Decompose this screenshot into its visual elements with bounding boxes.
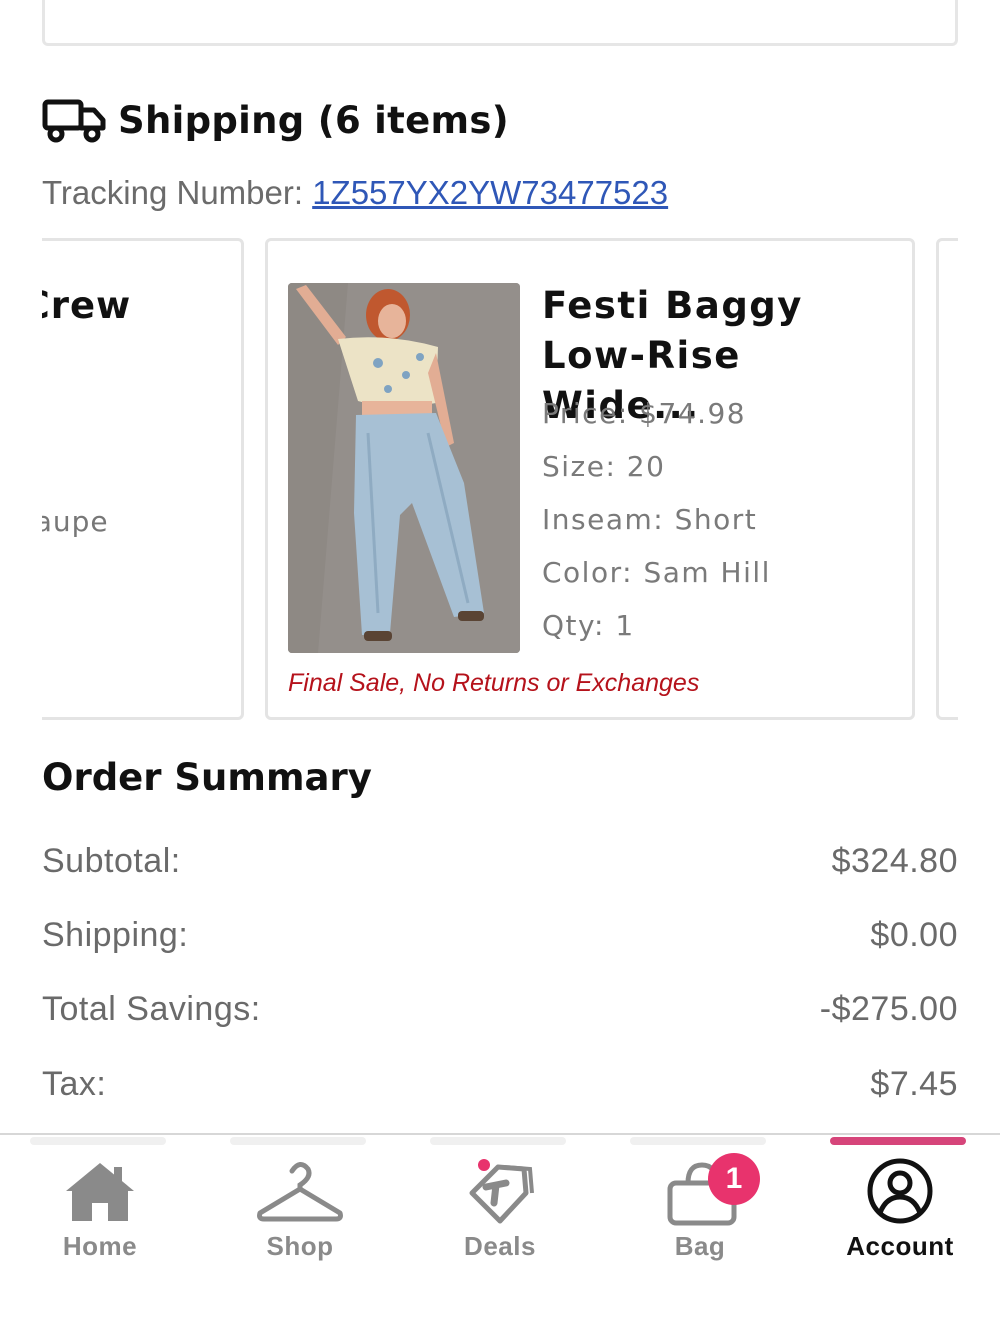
tab-label: Deals bbox=[464, 1231, 536, 1261]
product-color: Color: Sam Hill bbox=[542, 556, 771, 589]
tab-label: Account bbox=[846, 1231, 954, 1261]
shipping-value: $0.00 bbox=[870, 916, 958, 954]
tab-home[interactable]: Home bbox=[0, 1135, 200, 1285]
item-card-next[interactable] bbox=[936, 238, 958, 720]
item-title-partial: l Crew ɔ bbox=[42, 284, 132, 327]
tab-indicator bbox=[30, 1137, 166, 1145]
final-sale-notice: Final Sale, No Returns or Exchanges bbox=[288, 669, 700, 697]
savings-value: -$275.00 bbox=[819, 990, 958, 1028]
shipping-label: Shipping: bbox=[42, 916, 189, 954]
tab-indicator bbox=[230, 1137, 366, 1145]
item-color-partial: ɔ Taupe bbox=[42, 505, 109, 538]
order-summary-title: Order Summary bbox=[42, 756, 372, 799]
tab-account[interactable]: Account bbox=[800, 1135, 1000, 1285]
tab-indicator bbox=[630, 1137, 766, 1145]
tab-bag[interactable]: 1 Bag bbox=[600, 1135, 800, 1285]
bottom-tab-bar: Home Shop Deals 1 Bag Account bbox=[0, 1133, 1000, 1333]
subtotal-row: Subtotal: $324.80 bbox=[42, 842, 958, 881]
product-price: Price: $74.98 bbox=[542, 397, 747, 430]
tab-label: Shop bbox=[266, 1231, 334, 1261]
product-qty: Qty: 1 bbox=[542, 609, 635, 642]
tab-deals[interactable]: Deals bbox=[400, 1135, 600, 1285]
previous-section-box bbox=[42, 0, 958, 46]
tax-value: $7.45 bbox=[870, 1065, 958, 1103]
subtotal-value: $324.80 bbox=[831, 842, 958, 880]
tax-label: Tax: bbox=[42, 1065, 107, 1103]
tracking-number-link[interactable]: 1Z557YX2YW73477523 bbox=[312, 174, 668, 211]
item-card-festi-baggy[interactable]: Festi Baggy Low-Rise Wide... Price: $74.… bbox=[265, 238, 915, 720]
tag-icon bbox=[469, 1159, 534, 1224]
product-size: Size: 20 bbox=[542, 450, 666, 483]
shipping-row: Shipping: $0.00 bbox=[42, 916, 958, 955]
home-icon bbox=[66, 1163, 134, 1221]
hanger-icon bbox=[257, 1162, 343, 1222]
tax-row: Tax: $7.45 bbox=[42, 1065, 958, 1104]
tab-indicator bbox=[430, 1137, 566, 1145]
shipping-title: Shipping (6 items) bbox=[118, 98, 509, 142]
account-icon bbox=[867, 1158, 933, 1224]
bag-count-badge: 1 bbox=[708, 1153, 760, 1205]
shipping-header: Shipping (6 items) bbox=[42, 92, 509, 148]
product-inseam: Inseam: Short bbox=[542, 503, 758, 536]
tab-indicator-active bbox=[830, 1137, 966, 1145]
product-image[interactable] bbox=[288, 283, 520, 653]
savings-label: Total Savings: bbox=[42, 990, 261, 1028]
tracking-label: Tracking Number: bbox=[42, 174, 313, 211]
tracking-line: Tracking Number: 1Z557YX2YW73477523 bbox=[42, 174, 668, 212]
savings-row: Total Savings: -$275.00 bbox=[42, 990, 958, 1029]
tab-shop[interactable]: Shop bbox=[200, 1135, 400, 1285]
item-card-previous[interactable]: l Crew ɔ 98 ɔ Taupe s bbox=[42, 238, 244, 720]
shipment-items-carousel[interactable]: l Crew ɔ 98 ɔ Taupe s bbox=[42, 238, 958, 720]
subtotal-label: Subtotal: bbox=[42, 842, 181, 880]
truck-icon bbox=[42, 99, 106, 143]
tab-label: Bag bbox=[674, 1231, 726, 1261]
model-jeans-illustration bbox=[288, 283, 520, 653]
tab-label: Home bbox=[62, 1231, 138, 1261]
